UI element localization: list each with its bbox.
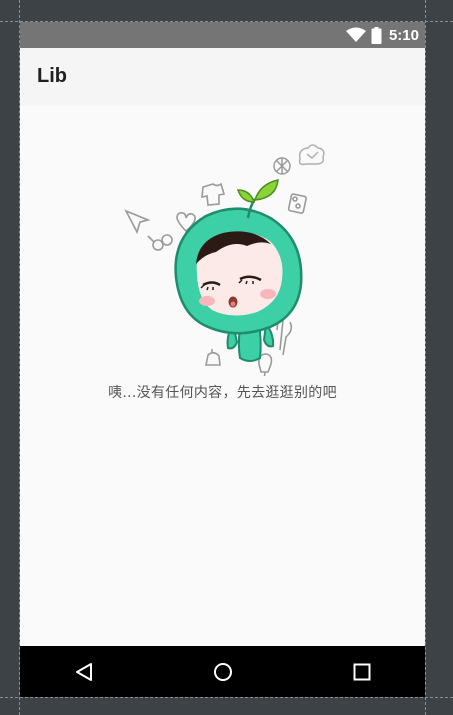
navigation-bar [20,646,425,697]
glasses-doodle [147,234,173,251]
status-bar: 5:10 [20,22,425,48]
status-time: 5:10 [388,26,419,44]
cloud-doodle [298,144,325,166]
app-bar: Lib [20,48,425,106]
layout-guide-right [425,0,426,715]
empty-state-message: 咦...没有任何内容，先去逛逛别的吧 [108,385,337,401]
battery-icon [371,26,382,44]
sleeping-sprout-mascot-illustration [124,144,325,376]
back-icon[interactable] [72,660,96,684]
empty-state: 咦...没有任何内容，先去逛逛别的吧 [20,106,425,646]
home-icon[interactable] [211,660,235,684]
device-screen: 5:10 Lib 咦...没有任何内容，先去逛逛别的吧 [20,22,425,697]
wifi-icon [345,27,366,42]
paper-plane-doodle [124,209,151,235]
shirt-doodle [201,182,226,206]
page-title: Lib [37,65,67,87]
flower-doodle [273,157,291,175]
status-icons: 5:10 [345,22,419,48]
recents-icon[interactable] [350,660,374,684]
mascot-face [196,231,283,316]
tag-doodle [287,193,307,214]
layout-guide-bottom [0,697,453,698]
fork-knife-doodle [276,319,293,356]
bell-doodle [205,349,221,366]
